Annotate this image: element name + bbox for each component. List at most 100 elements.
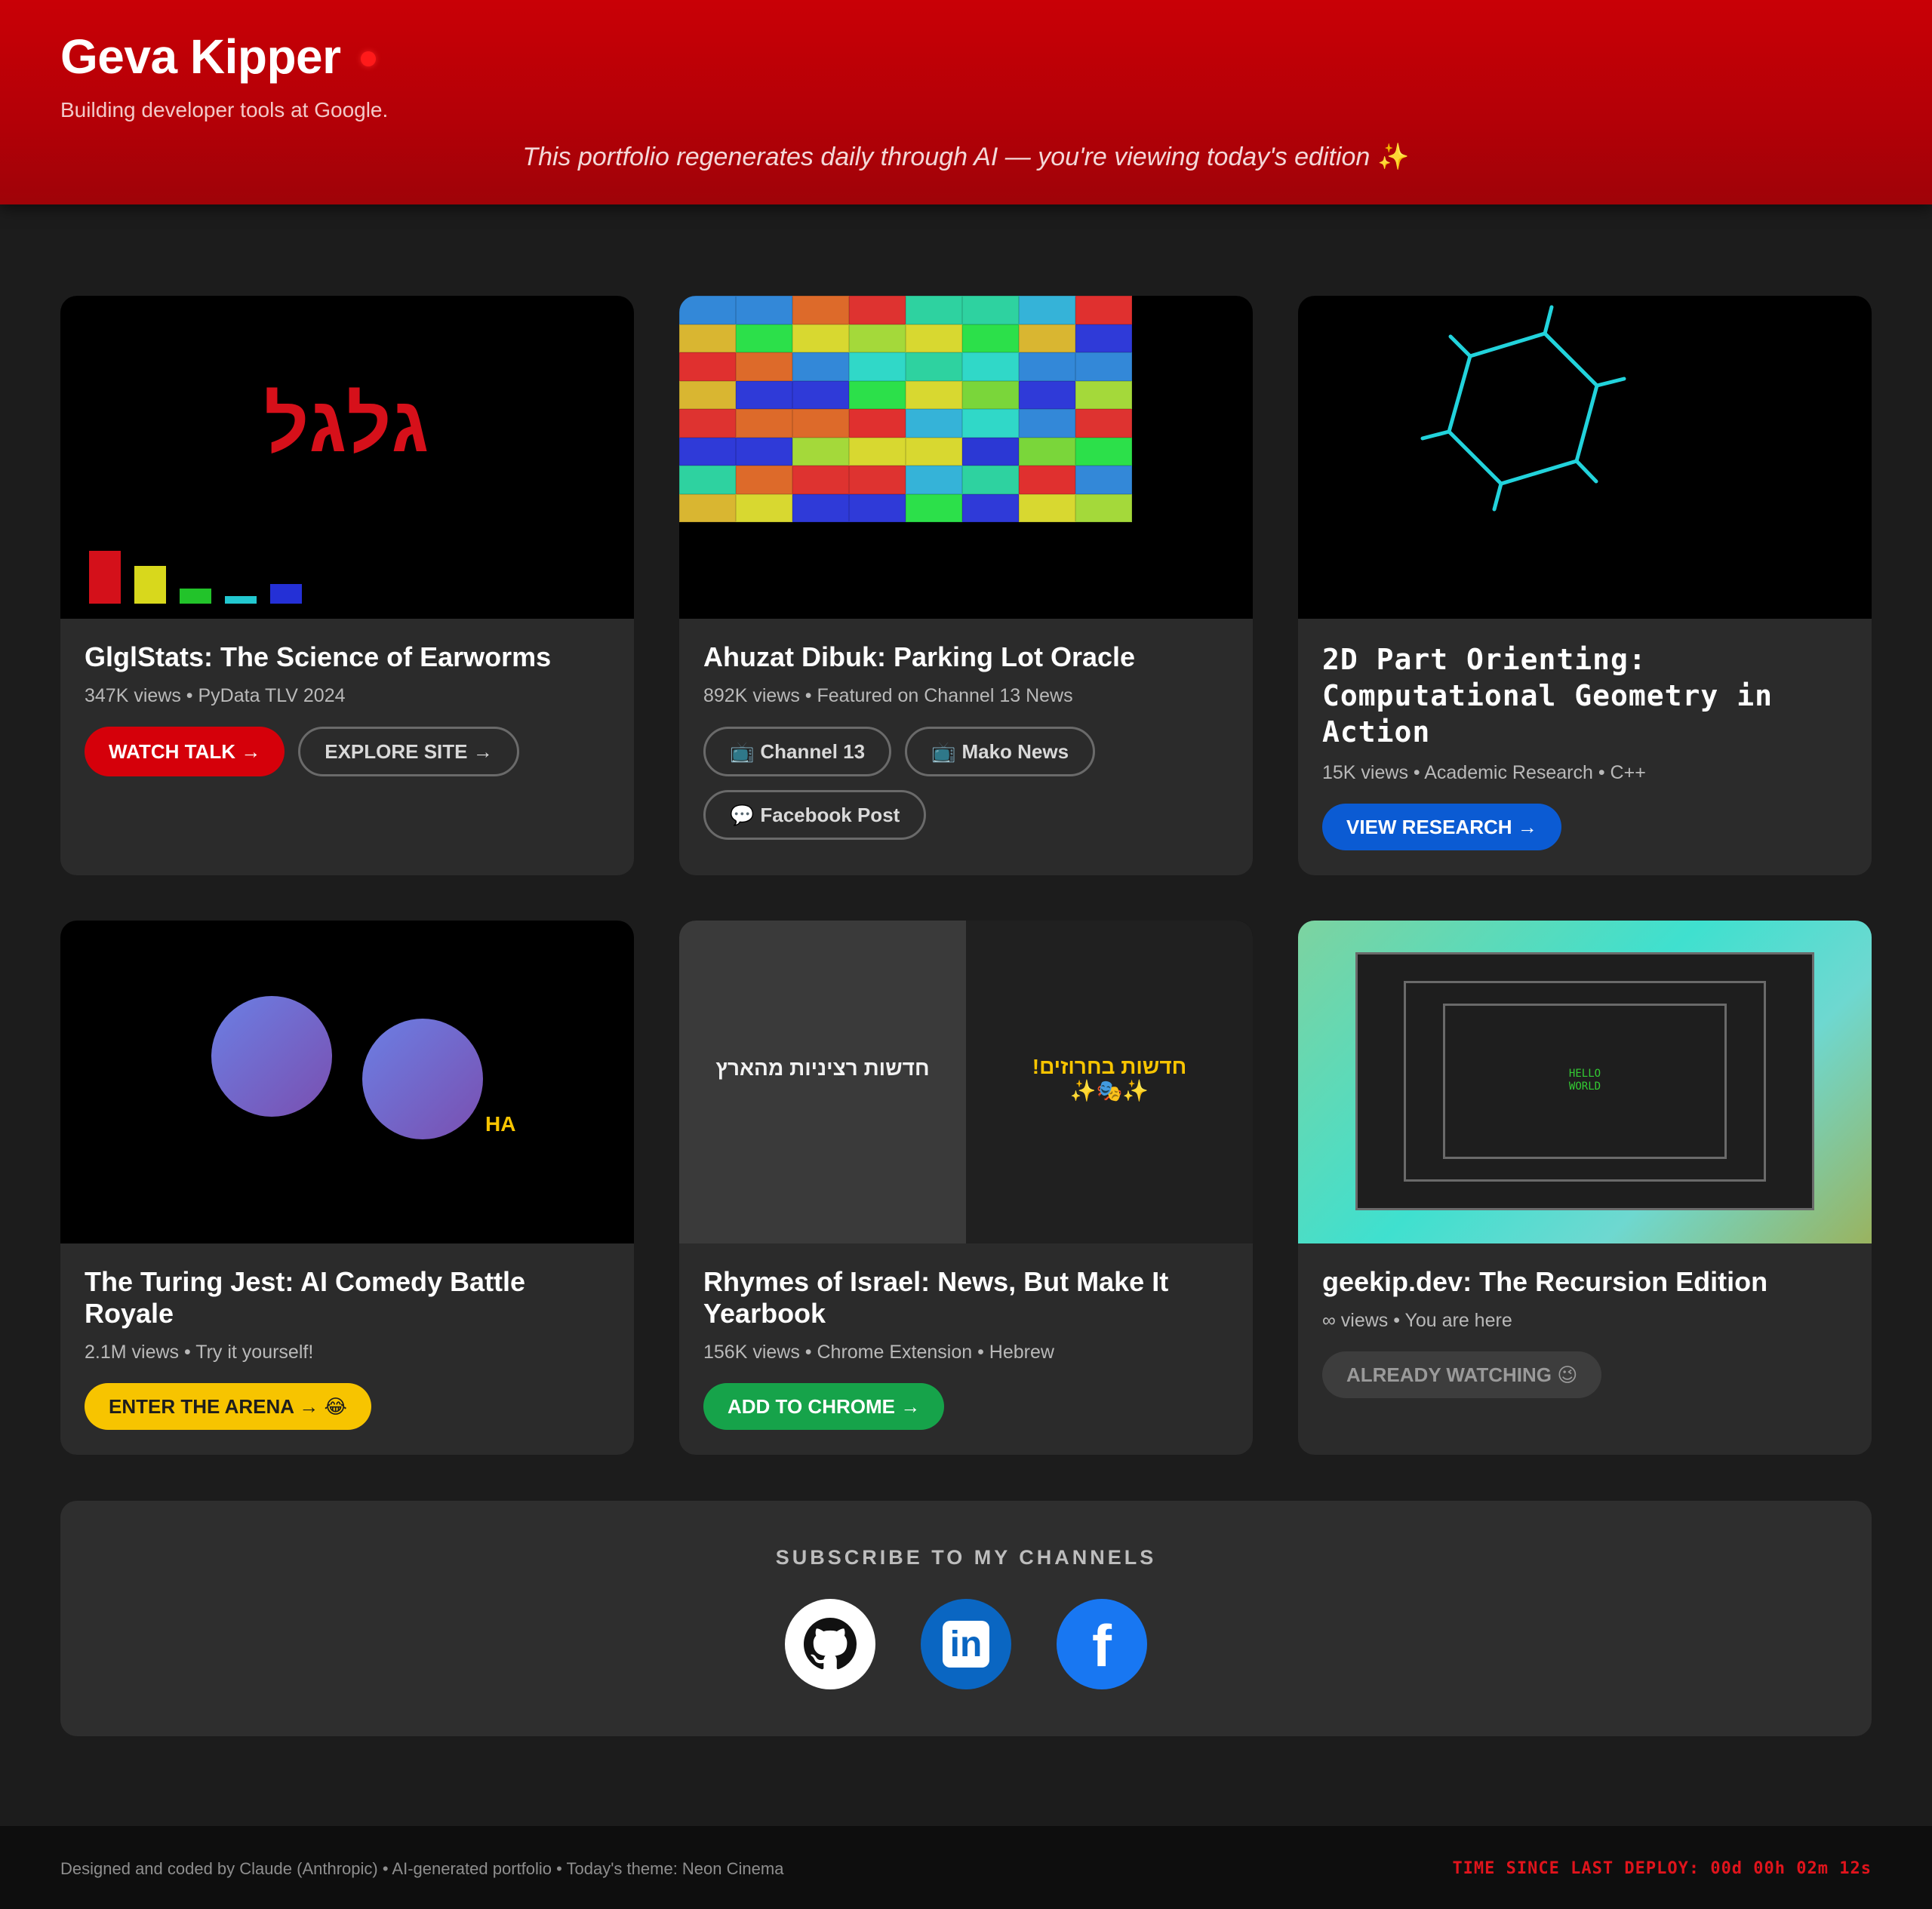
mosaic-tile <box>906 493 962 522</box>
mosaic-tile <box>792 352 849 381</box>
project-title: 2D Part Orienting: Computational Geometr… <box>1322 643 1773 749</box>
mosaic-tile <box>962 466 1019 494</box>
mosaic-tile <box>1019 380 1075 409</box>
project-card-part-orienting: 2D Part Orienting: Computational Geometr… <box>1298 296 1872 875</box>
explore-site-button[interactable]: EXPLORE SITE → <box>298 727 519 776</box>
project-title: geekip.dev: The Recursion Edition <box>1322 1266 1768 1297</box>
mosaic-tile <box>792 493 849 522</box>
project-title: Rhymes of Israel: News, But Make It Year… <box>703 1266 1169 1329</box>
mosaic-tile <box>1019 493 1075 522</box>
mosaic-tile <box>906 352 962 381</box>
subscribe-section: SUBSCRIBE TO MY CHANNELS in f <box>60 1501 1872 1736</box>
project-meta: 156K views • Chrome Extension • Hebrew <box>703 1342 1054 1363</box>
left-face-circle <box>211 996 332 1117</box>
mosaic-tile <box>906 380 962 409</box>
mosaic-tile <box>849 380 906 409</box>
mosaic-tile <box>679 352 736 381</box>
view-research-button[interactable]: VIEW RESEARCH → <box>1322 804 1561 850</box>
equalizer-bar <box>180 589 211 604</box>
mosaic-tile <box>849 352 906 381</box>
project-meta: ∞ views • You are here <box>1322 1310 1512 1331</box>
mosaic-tile <box>792 324 849 352</box>
mosaic-tile <box>736 380 792 409</box>
mosaic-tile <box>849 493 906 522</box>
edition-note-text: This portfolio regenerates daily through… <box>522 143 1371 171</box>
subscribe-title: SUBSCRIBE TO MY CHANNELS <box>775 1546 1157 1569</box>
project-thumbnail[interactable] <box>679 296 1253 619</box>
mosaic-tile <box>1019 437 1075 466</box>
add-to-chrome-button[interactable]: ADD TO CHROME → <box>703 1383 945 1430</box>
mosaic-tile <box>792 466 849 494</box>
facebook-post-button[interactable]: 💬 Facebook Post <box>703 790 927 840</box>
mosaic-tile <box>962 324 1019 352</box>
mosaic-tile <box>962 380 1019 409</box>
mosaic-tile <box>736 409 792 438</box>
mosaic-tile <box>736 437 792 466</box>
deploy-timer: TIME SINCE LAST DEPLOY: 00d 00h 02m 12s <box>1452 1859 1872 1878</box>
channel-13-button[interactable]: 📺 Channel 13 <box>703 727 892 776</box>
button-label: Facebook Post <box>760 803 900 826</box>
project-thumbnail[interactable]: HELLO WORLD <box>1298 921 1872 1243</box>
project-meta: 2.1M views • Try it yourself! <box>85 1342 314 1363</box>
rhyme-news-text: חדשות בחרוזים! ✨🎭✨ <box>966 1055 1253 1103</box>
project-card-ahuzat-dibuk: Ahuzat Dibuk: Parking Lot Oracle 892K vi… <box>679 296 1253 875</box>
hexagon-icon <box>1420 305 1626 512</box>
enter-arena-button[interactable]: ENTER THE ARENA → 😂 <box>85 1383 371 1430</box>
mosaic-tile <box>1019 409 1075 438</box>
equalizer-bar <box>89 551 121 604</box>
mosaic-tile <box>962 352 1019 381</box>
github-icon <box>804 1618 857 1670</box>
mosaic-tile <box>792 296 849 324</box>
mosaic-tile <box>736 324 792 352</box>
project-card-rhymes-of-israel: חדשות רציניות מהארץ חדשות בחרוזים! ✨🎭✨ R… <box>679 921 1253 1455</box>
serious-news-text: חדשות רציניות מהארץ <box>715 1056 930 1080</box>
sparkle-mask-icon: ✨🎭✨ <box>1069 1079 1149 1102</box>
watch-talk-button[interactable]: WATCH TALK → <box>85 727 285 776</box>
rhyme-news-panel: חדשות בחרוזים! ✨🎭✨ <box>966 921 1253 1243</box>
button-label: Channel 13 <box>760 739 866 763</box>
project-meta: 892K views • Featured on Channel 13 News <box>703 685 1073 706</box>
sparkles-icon: ✨ <box>1377 143 1410 171</box>
mosaic-tile <box>1075 352 1132 381</box>
hello-world-text: HELLO WORLD <box>1298 1068 1872 1093</box>
mosaic-tile <box>792 380 849 409</box>
mosaic-tile <box>1019 324 1075 352</box>
equalizer-bar <box>225 596 257 604</box>
mosaic-tile <box>1075 466 1132 494</box>
mosaic-tile <box>849 324 906 352</box>
project-thumbnail[interactable]: חדשות רציניות מהארץ חדשות בחרוזים! ✨🎭✨ <box>679 921 1253 1243</box>
color-mosaic <box>679 296 1132 522</box>
mosaic-tile <box>962 437 1019 466</box>
already-watching-button[interactable]: ALREADY WATCHING 😉 <box>1322 1351 1602 1398</box>
right-face-circle <box>362 1019 483 1139</box>
project-thumbnail[interactable]: HA <box>60 921 634 1243</box>
speech-bubble-icon: 💬 <box>730 803 755 826</box>
mosaic-tile <box>1075 409 1132 438</box>
thumbnail-hebrew-title: גלגל <box>263 381 431 469</box>
mosaic-tile <box>1019 466 1075 494</box>
mosaic-tile <box>679 493 736 522</box>
button-label: Mako News <box>961 739 1069 763</box>
mosaic-tile <box>792 437 849 466</box>
tv-icon: 📺 <box>931 739 956 763</box>
project-card-turing-jest: HA The Turing Jest: AI Comedy Battle Roy… <box>60 921 634 1455</box>
mosaic-tile <box>679 296 736 324</box>
project-meta: 347K views • PyData TLV 2024 <box>85 685 346 706</box>
site-header: Geva Kipper Building developer tools at … <box>0 0 1932 204</box>
project-thumbnail[interactable]: גלגל <box>60 296 634 619</box>
facebook-link[interactable]: f <box>1057 1599 1147 1689</box>
github-link[interactable] <box>785 1599 875 1689</box>
project-card-geekip-dev: HELLO WORLD geekip.dev: The Recursion Ed… <box>1298 921 1872 1455</box>
mosaic-tile <box>906 296 962 324</box>
mosaic-tile <box>906 324 962 352</box>
mosaic-tile <box>1075 380 1132 409</box>
site-title[interactable]: Geva Kipper <box>60 29 341 85</box>
project-thumbnail[interactable] <box>1298 296 1872 619</box>
mosaic-tile <box>736 493 792 522</box>
mosaic-tile <box>679 380 736 409</box>
linkedin-link[interactable]: in <box>921 1599 1011 1689</box>
mako-news-button[interactable]: 📺 Mako News <box>905 727 1096 776</box>
mosaic-tile <box>962 409 1019 438</box>
mosaic-tile <box>1075 296 1132 324</box>
mosaic-tile <box>849 296 906 324</box>
